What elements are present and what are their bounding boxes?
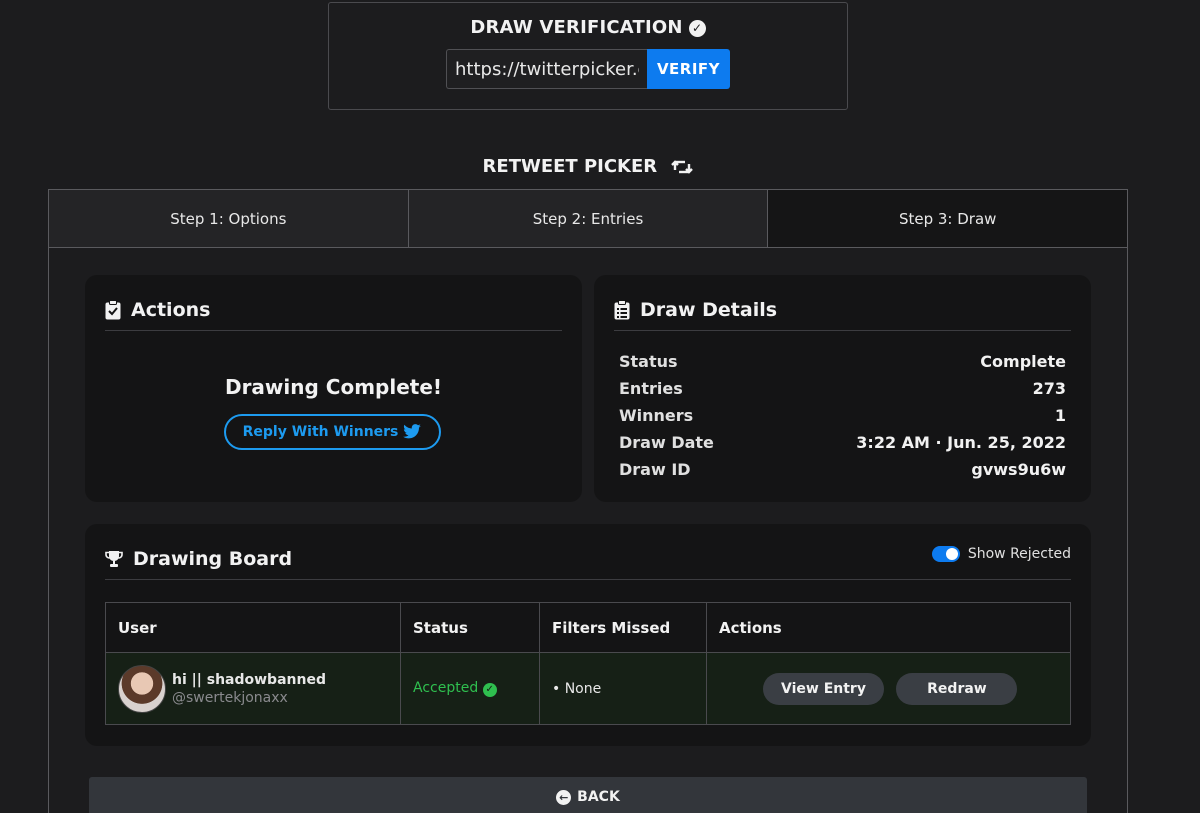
drawing-board-header: Drawing Board [105,538,1071,580]
detail-value: gvws9u6w [971,460,1066,479]
detail-row-winners: Winners 1 [619,402,1066,429]
picker-title: RETWEET PICKER [0,156,1176,177]
tab-step-2-entries[interactable]: Step 2: Entries [408,190,769,247]
draw-details-title: Draw Details [640,298,778,321]
actions-card-title: Actions [131,298,211,321]
clipboard-check-icon [105,299,121,319]
user-cell: hi || shadowbanned @swertekjonaxx [105,652,401,725]
drawing-board-title: Drawing Board [133,547,293,570]
detail-label: Draw Date [619,433,714,452]
avatar[interactable] [118,664,166,713]
drawing-complete-message: Drawing Complete! [224,375,443,399]
actions-cell: View Entry Redraw [706,652,1071,725]
detail-label: Winners [619,406,694,425]
table-row: hi || shadowbanned @swertekjonaxx Accept… [105,652,1071,725]
table-header-row: User Status Filters Missed Actions [105,602,1071,653]
column-header-user: User [105,602,401,653]
detail-label: Draw ID [619,460,691,479]
detail-row-status: Status Complete [619,348,1066,375]
clipboard-list-icon [614,299,630,319]
drawing-board-table: User Status Filters Missed Actions hi ||… [105,602,1071,725]
actions-card-header: Actions [105,289,562,331]
status-badge: Accepted ✓ [413,680,497,697]
reply-with-winners-button[interactable]: Reply With Winners [224,414,441,450]
draw-verification-panel: DRAW VERIFICATION ✓ VERIFY [328,2,848,110]
column-header-filters-missed: Filters Missed [539,602,707,653]
step-tabs: Step 1: Options Step 2: Entries Step 3: … [49,190,1128,248]
column-header-status: Status [400,602,540,653]
detail-value: 3:22 AM · Jun. 25, 2022 [856,433,1066,452]
back-button-label: BACK [577,789,620,805]
status-text: Accepted [413,680,479,696]
show-rejected-toggle[interactable]: Show Rejected [931,546,1071,562]
twitter-bird-icon [403,424,422,439]
toggle-switch[interactable] [931,546,960,562]
status-cell: Accepted ✓ [400,652,540,725]
check-circle-icon: ✓ [482,683,497,697]
arrow-left-circle-icon: ← [556,789,572,805]
tab-step-1-options[interactable]: Step 1: Options [49,190,409,247]
column-header-actions: Actions [706,602,1071,653]
view-entry-button[interactable]: View Entry [763,672,884,705]
detail-value: Complete [980,352,1066,371]
draw-details-header: Draw Details [614,289,1071,331]
detail-row-draw-date: Draw Date 3:22 AM · Jun. 25, 2022 [619,429,1066,456]
filters-missed-cell: • None [539,652,707,725]
detail-label: Entries [619,379,683,398]
detail-value: 273 [1032,379,1066,398]
verify-button[interactable]: VERIFY [647,49,730,89]
detail-row-draw-id: Draw ID gvws9u6w [619,456,1066,483]
draw-url-input[interactable] [446,49,647,89]
tab-step-3-draw[interactable]: Step 3: Draw [768,190,1128,247]
show-rejected-label: Show Rejected [967,546,1071,562]
user-handle[interactable]: @swertekjonaxx [172,690,326,706]
detail-row-entries: Entries 273 [619,375,1066,402]
user-display-name: hi || shadowbanned [172,671,326,688]
redraw-button[interactable]: Redraw [896,672,1018,705]
verification-title: DRAW VERIFICATION ✓ [329,17,847,38]
back-button[interactable]: ← BACK [89,777,1087,813]
picker-title-text: RETWEET PICKER [482,156,658,177]
detail-value: 1 [1054,406,1066,425]
check-circle-icon: ✓ [688,20,706,37]
drawing-board-card: Drawing Board Show Rejected User Status … [85,524,1091,746]
verification-title-text: DRAW VERIFICATION [470,17,683,38]
actions-card: Actions Drawing Complete! Reply With Win… [85,275,582,502]
detail-label: Status [619,352,678,371]
reply-button-label: Reply With Winners [242,424,399,440]
trophy-icon [105,550,123,567]
retweet-icon [671,160,694,174]
draw-details-card: Draw Details Status Complete Entries 273… [594,275,1091,502]
